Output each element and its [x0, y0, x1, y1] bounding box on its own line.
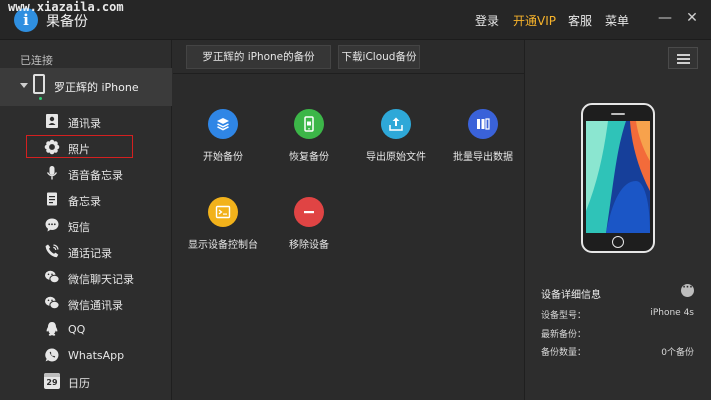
sidebar-item-calendar[interactable]: 29 日历	[0, 369, 172, 395]
menu-link[interactable]: 菜单	[605, 12, 629, 29]
close-button[interactable]: ✕	[683, 9, 701, 27]
layers-icon	[208, 109, 238, 139]
iphone-icon	[33, 74, 45, 94]
sidebar-item-label: 微信通讯录	[68, 299, 123, 312]
sidebar-item-whatsapp[interactable]: WhatsApp	[0, 343, 172, 369]
watermark-text: www.xiazaila.com	[8, 0, 124, 14]
sidebar-item-notes[interactable]: 备忘录	[0, 187, 172, 213]
device-info-title: 设备详细信息	[541, 290, 601, 301]
wechat-contacts-icon	[45, 296, 60, 310]
contacts-icon	[46, 114, 58, 128]
main-panel: 罗正辉的 iPhone的备份 下载iCloud备份 开始备份 恢复备份 导出原始…	[173, 40, 524, 400]
sidebar-item-label: 语音备忘录	[68, 169, 123, 182]
action-label: 显示设备控制台	[188, 240, 258, 251]
sidebar-item-label: WhatsApp	[68, 349, 125, 362]
minimize-button[interactable]: —	[656, 9, 674, 27]
remove-icon	[294, 197, 324, 227]
vip-link[interactable]: 开通VIP	[513, 12, 556, 29]
sidebar-item-label: 微信聊天记录	[68, 273, 134, 286]
sidebar-item-photos[interactable]: 照片	[0, 135, 172, 161]
sidebar-item-label: 通讯录	[68, 117, 101, 130]
phone-restore-icon	[294, 109, 324, 139]
sidebar: 已连接 罗正辉的 iPhone 通讯录 照片 语音备忘录 备忘录 短信 通话记录…	[0, 40, 172, 400]
more-options-button[interactable]: ···	[681, 284, 694, 297]
list-view-button[interactable]	[668, 47, 698, 69]
app-name: 果备份	[46, 14, 88, 30]
sidebar-item-label: 照片	[68, 143, 90, 156]
sidebar-item-contacts[interactable]: 通讯录	[0, 109, 172, 135]
action-label: 移除设备	[289, 240, 329, 251]
sidebar-item-label: 备忘录	[68, 195, 101, 208]
info-label-latest-backup: 最新备份：	[541, 330, 587, 340]
action-label: 恢复备份	[289, 152, 329, 163]
info-value-backup-count: 0个备份	[661, 348, 694, 358]
sidebar-item-label: 短信	[68, 221, 90, 234]
info-value-model: iPhone 4s	[650, 308, 694, 318]
info-label-model: 设备型号：	[541, 311, 587, 321]
photos-icon	[44, 139, 60, 155]
qq-icon	[46, 322, 58, 336]
device-preview-image	[581, 103, 655, 253]
phone-speaker	[611, 113, 625, 115]
service-link[interactable]: 客服	[568, 12, 592, 29]
action-label: 开始备份	[203, 152, 243, 163]
tab-icloud-backup[interactable]: 下载iCloud备份	[338, 45, 420, 69]
sidebar-item-messages[interactable]: 短信	[0, 213, 172, 239]
info-label-backup-count: 备份数量：	[541, 348, 587, 358]
export-raw-files-button[interactable]: 导出原始文件	[356, 109, 436, 179]
remove-device-button[interactable]: 移除设备	[269, 197, 349, 267]
sidebar-item-label: QQ	[68, 323, 86, 336]
calendar-day: 29	[46, 378, 58, 387]
expand-caret-icon[interactable]	[20, 83, 28, 88]
notes-icon	[47, 192, 57, 206]
batch-export-button[interactable]: 批量导出数据	[443, 109, 523, 179]
sidebar-item-call-log[interactable]: 通话记录	[0, 239, 172, 265]
phone-wallpaper	[586, 121, 650, 233]
restore-backup-button[interactable]: 恢复备份	[269, 109, 349, 179]
wechat-icon	[45, 270, 60, 284]
start-backup-button[interactable]: 开始备份	[183, 109, 263, 179]
connection-status-dot	[39, 97, 42, 100]
message-icon	[45, 218, 59, 232]
connected-label: 已连接	[20, 54, 53, 67]
login-link[interactable]: 登录	[475, 12, 499, 29]
device-row[interactable]: 罗正辉的 iPhone	[0, 68, 172, 106]
sidebar-item-wechat-contacts[interactable]: 微信通讯录	[0, 291, 172, 317]
calendar-icon: 29	[44, 373, 60, 389]
phone-call-icon	[45, 244, 59, 258]
action-label: 批量导出数据	[453, 152, 513, 163]
device-info-panel: 设备详细信息 ··· 设备型号： iPhone 4s 最新备份： 备份数量： 0…	[524, 40, 711, 400]
microphone-icon	[46, 166, 58, 180]
sidebar-item-label: 通话记录	[68, 247, 112, 260]
title-bar: i 果备份 www.xiazaila.com 登录 开通VIP 客服 菜单 — …	[0, 0, 711, 40]
sidebar-item-voice-memos[interactable]: 语音备忘录	[0, 161, 172, 187]
main-toolbar: 罗正辉的 iPhone的备份 下载iCloud备份	[173, 40, 524, 74]
tab-device-backup[interactable]: 罗正辉的 iPhone的备份	[186, 45, 331, 69]
console-icon	[208, 197, 238, 227]
show-console-button[interactable]: 显示设备控制台	[183, 197, 263, 267]
action-label: 导出原始文件	[366, 152, 426, 163]
export-icon	[381, 109, 411, 139]
sidebar-item-qq[interactable]: QQ	[0, 317, 172, 343]
batch-export-icon	[468, 109, 498, 139]
whatsapp-icon	[45, 348, 59, 362]
sidebar-item-wechat-chat[interactable]: 微信聊天记录	[0, 265, 172, 291]
device-name: 罗正辉的 iPhone	[54, 81, 139, 94]
phone-home-button	[612, 236, 624, 248]
sidebar-item-label: 日历	[68, 377, 90, 390]
